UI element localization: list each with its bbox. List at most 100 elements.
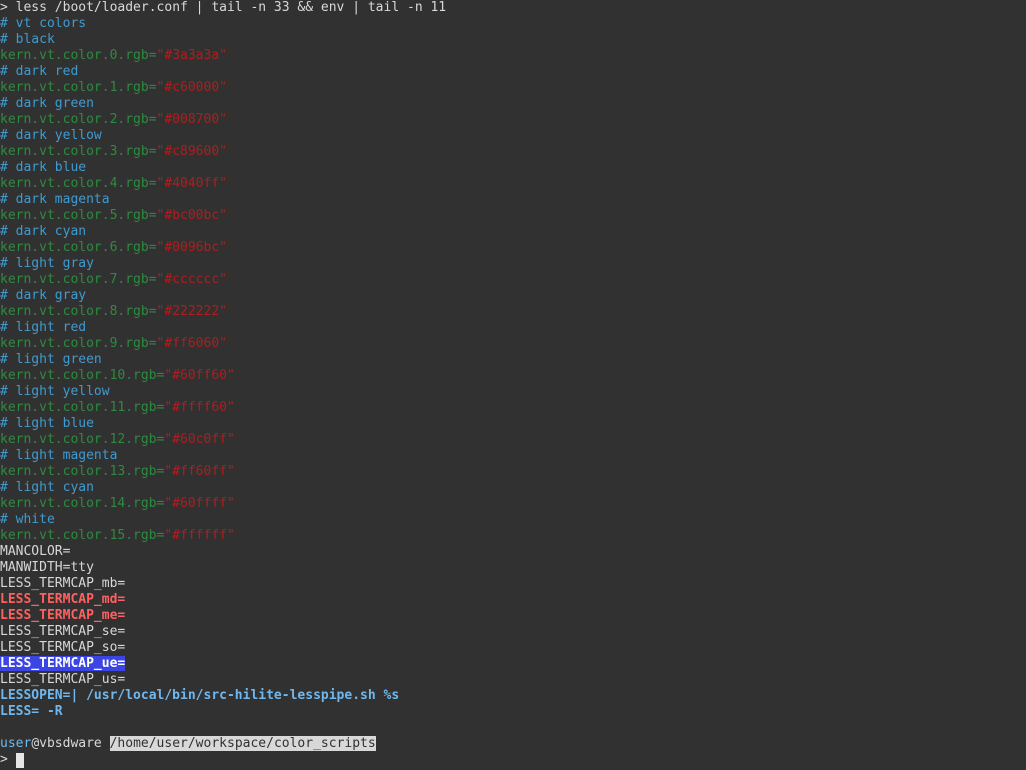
- env-variable: LESS_TERMCAP_us=: [0, 672, 126, 687]
- shell-prompt: user@vbsdware /home/user/workspace/color…: [0, 736, 1026, 752]
- env-line: LESS_TERMCAP_md=: [0, 592, 1026, 608]
- config-comment-line: # light blue: [0, 416, 1026, 432]
- setting-value: "#0096bc": [156, 240, 227, 255]
- setting-value: "#bc00bc": [156, 208, 227, 223]
- comment-text: # light gray: [0, 256, 94, 271]
- env-line: MANCOLOR=: [0, 544, 1026, 560]
- config-setting-line: kern.vt.color.2.rgb="#008700": [0, 112, 1026, 128]
- env-variable: LESS_TERMCAP_mb=: [0, 576, 126, 591]
- config-setting-line: kern.vt.color.14.rgb="#60ffff": [0, 496, 1026, 512]
- prompt-host: @vbsdware: [31, 736, 102, 751]
- setting-value: "#ff60ff": [164, 464, 235, 479]
- setting-value: "#c60000": [156, 80, 227, 95]
- command-line: > less /boot/loader.conf | tail -n 33 &&…: [0, 0, 1026, 16]
- setting-value: "#60ff60": [164, 368, 235, 383]
- setting-value: "#ffff60": [164, 400, 235, 415]
- env-variable: LESS_TERMCAP_ue=: [0, 656, 126, 671]
- config-setting-line: kern.vt.color.4.rgb="#4040ff": [0, 176, 1026, 192]
- setting-value: "#008700": [156, 112, 227, 127]
- env-output: MANCOLOR= MANWIDTH=tty LESS_TERMCAP_mb= LES…: [0, 544, 1026, 720]
- config-setting-line: kern.vt.color.5.rgb="#bc00bc": [0, 208, 1026, 224]
- setting-value: "#60ffff": [164, 496, 235, 511]
- config-comment-line: # light red: [0, 320, 1026, 336]
- env-line: LESS_TERMCAP_so=: [0, 640, 1026, 656]
- env-line: LESSOPEN=| /usr/local/bin/src-hilite-les…: [0, 688, 1026, 704]
- comment-text: # black: [0, 32, 55, 47]
- config-comment-line: # dark blue: [0, 160, 1026, 176]
- comment-text: # dark gray: [0, 288, 87, 303]
- env-line: LESS_TERMCAP_me=: [0, 608, 1026, 624]
- config-comment-line: # vt colors: [0, 16, 1026, 32]
- env-line: MANWIDTH=tty: [0, 560, 1026, 576]
- setting-key: kern.vt.color.9.rgb=: [0, 336, 157, 351]
- setting-value: "#ffffff": [164, 528, 235, 543]
- config-comment-line: # light cyan: [0, 480, 1026, 496]
- setting-value: "#222222": [156, 304, 227, 319]
- config-setting-line: kern.vt.color.10.rgb="#60ff60": [0, 368, 1026, 384]
- comment-text: # dark green: [0, 96, 94, 111]
- comment-text: # dark red: [0, 64, 79, 79]
- config-setting-line: kern.vt.color.13.rgb="#ff60ff": [0, 464, 1026, 480]
- setting-key: kern.vt.color.15.rgb=: [0, 528, 165, 543]
- config-comment-line: # white: [0, 512, 1026, 528]
- env-variable: LESS_TERMCAP_me=: [0, 608, 126, 623]
- config-comment-line: # dark gray: [0, 288, 1026, 304]
- setting-value: "#3a3a3a": [156, 48, 227, 63]
- env-line: LESS= -R: [0, 704, 1026, 720]
- loader-conf-output: # vt colors # black kern.vt.color.0.rgb="#…: [0, 16, 1026, 544]
- setting-key: kern.vt.color.6.rgb=: [0, 240, 157, 255]
- comment-text: # light red: [0, 320, 87, 335]
- prompt-symbol: >: [0, 0, 16, 15]
- setting-key: kern.vt.color.11.rgb=: [0, 400, 165, 415]
- env-variable: LESS_TERMCAP_so=: [0, 640, 126, 655]
- config-setting-line: kern.vt.color.9.rgb="#ff6060": [0, 336, 1026, 352]
- comment-text: # light cyan: [0, 480, 94, 495]
- env-variable: LESSOPEN=| /usr/local/bin/src-hilite-les…: [0, 688, 400, 703]
- setting-value: "#ff6060": [156, 336, 227, 351]
- config-comment-line: # light yellow: [0, 384, 1026, 400]
- config-comment-line: # dark yellow: [0, 128, 1026, 144]
- comment-text: # light green: [0, 352, 102, 367]
- env-variable: MANWIDTH=tty: [0, 560, 94, 575]
- setting-value: "#4040ff": [156, 176, 227, 191]
- setting-key: kern.vt.color.2.rgb=: [0, 112, 157, 127]
- setting-key: kern.vt.color.8.rgb=: [0, 304, 157, 319]
- config-comment-line: # light gray: [0, 256, 1026, 272]
- config-setting-line: kern.vt.color.15.rgb="#ffffff": [0, 528, 1026, 544]
- comment-text: # white: [0, 512, 55, 527]
- config-setting-line: kern.vt.color.7.rgb="#cccccc": [0, 272, 1026, 288]
- setting-key: kern.vt.color.12.rgb=: [0, 432, 165, 447]
- config-setting-line: kern.vt.color.8.rgb="#222222": [0, 304, 1026, 320]
- env-variable: LESS_TERMCAP_se=: [0, 624, 126, 639]
- setting-key: kern.vt.color.0.rgb=: [0, 48, 157, 63]
- env-line: LESS_TERMCAP_ue=: [0, 656, 1026, 672]
- setting-key: kern.vt.color.13.rgb=: [0, 464, 165, 479]
- env-variable: MANCOLOR=: [0, 544, 71, 559]
- setting-value: "#c89600": [156, 144, 227, 159]
- terminal-window[interactable]: > less /boot/loader.conf | tail -n 33 &&…: [0, 0, 1026, 770]
- env-line: LESS_TERMCAP_mb=: [0, 576, 1026, 592]
- comment-text: # light yellow: [0, 384, 110, 399]
- env-line: LESS_TERMCAP_us=: [0, 672, 1026, 688]
- setting-key: kern.vt.color.5.rgb=: [0, 208, 157, 223]
- setting-key: kern.vt.color.14.rgb=: [0, 496, 165, 511]
- config-comment-line: # light magenta: [0, 448, 1026, 464]
- config-comment-line: # dark cyan: [0, 224, 1026, 240]
- comment-text: # dark cyan: [0, 224, 87, 239]
- config-comment-line: # dark red: [0, 64, 1026, 80]
- input-line[interactable]: >: [0, 752, 1026, 768]
- setting-key: kern.vt.color.10.rgb=: [0, 368, 165, 383]
- prompt-cwd: /home/user/workspace/color_scripts: [109, 736, 376, 751]
- config-comment-line: # dark green: [0, 96, 1026, 112]
- text-cursor[interactable]: [15, 753, 24, 768]
- config-setting-line: kern.vt.color.11.rgb="#ffff60": [0, 400, 1026, 416]
- config-comment-line: # dark magenta: [0, 192, 1026, 208]
- setting-key: kern.vt.color.4.rgb=: [0, 176, 157, 191]
- env-line: LESS_TERMCAP_se=: [0, 624, 1026, 640]
- env-variable: LESS_TERMCAP_md=: [0, 592, 126, 607]
- env-variable: LESS= -R: [0, 704, 63, 719]
- config-setting-line: kern.vt.color.12.rgb="#60c0ff": [0, 432, 1026, 448]
- comment-text: # light blue: [0, 416, 94, 431]
- setting-value: "#60c0ff": [164, 432, 235, 447]
